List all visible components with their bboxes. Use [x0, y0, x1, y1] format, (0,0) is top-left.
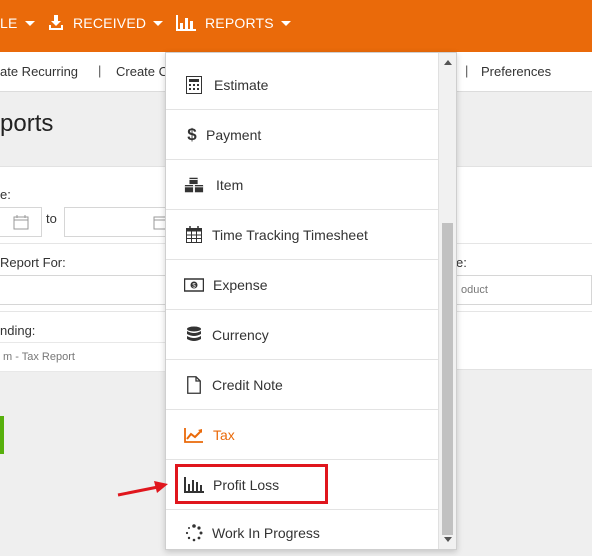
report-type-value: oduct	[461, 284, 488, 296]
menu-item-work-in-progress[interactable]: Work In Progress	[166, 508, 440, 549]
database-icon	[184, 325, 204, 345]
calendar-icon	[13, 215, 29, 230]
calendar-icon	[184, 225, 204, 245]
bar-chart-icon	[176, 15, 196, 31]
dropdown-scrollbar[interactable]	[438, 53, 456, 549]
annotation-arrow-icon	[117, 481, 168, 497]
date-range-label: e:	[0, 187, 11, 202]
menu-item-label: Tax	[213, 426, 235, 443]
report-type-field[interactable]: oduct	[456, 275, 592, 305]
menu-item-expense[interactable]: $ Expense	[166, 260, 440, 310]
money-icon: $	[184, 275, 204, 295]
report-heading-value: m - Tax Report	[3, 351, 75, 363]
menu-item-estimate[interactable]: Estimate	[166, 60, 440, 110]
report-heading-field[interactable]: m - Tax Report	[0, 342, 168, 372]
chevron-down-icon	[153, 20, 164, 26]
menu-item-label: Expense	[213, 276, 268, 293]
calculator-icon	[184, 75, 204, 95]
menu-item-label: Currency	[212, 326, 269, 343]
start-date-field[interactable]	[0, 207, 42, 237]
download-icon	[49, 15, 63, 30]
report-for-label: Report For:	[0, 255, 66, 270]
nav-item-reports[interactable]: REPORTS	[176, 0, 291, 46]
subnav-item-preferences[interactable]: Preferences	[481, 64, 551, 79]
nav-item-received[interactable]: RECEIVED	[48, 0, 164, 46]
menu-item-label: Work In Progress	[212, 525, 320, 541]
subnav-item-create[interactable]: Create C	[116, 64, 168, 79]
document-icon	[184, 375, 204, 395]
scroll-down-arrow-icon[interactable]	[444, 537, 452, 542]
menu-item-label: Credit Note	[212, 376, 283, 393]
date-to-label: to	[46, 211, 57, 226]
menu-item-time-tracking-timesheet[interactable]: Time Tracking Timesheet	[166, 210, 440, 260]
subnav-separator: |	[98, 63, 102, 78]
line-chart-icon	[184, 425, 204, 445]
generate-report-button[interactable]	[0, 416, 4, 454]
menu-item-payment[interactable]: $ Payment	[166, 110, 440, 160]
report-for-field[interactable]	[0, 275, 168, 305]
nav-item-file-label: LE	[0, 15, 18, 31]
nav-item-file[interactable]: LE	[0, 0, 35, 46]
profit-loss-highlight	[175, 464, 328, 504]
menu-item-label: Item	[216, 176, 244, 193]
end-date-field[interactable]	[64, 207, 174, 237]
subnav-item-create-recurring[interactable]: ate Recurring	[0, 64, 78, 79]
report-heading-label: nding:	[0, 323, 36, 338]
page-title: ports	[0, 110, 54, 137]
menu-item-item[interactable]: Item	[166, 160, 440, 210]
spinner-icon	[184, 523, 204, 543]
chevron-down-icon	[280, 20, 291, 26]
nav-item-reports-label: REPORTS	[205, 15, 274, 31]
menu-item-label: Payment	[206, 126, 262, 143]
subnav-separator: |	[465, 63, 469, 78]
top-nav-bar: LE RECEIVED REPORTS	[0, 0, 592, 52]
menu-item-label: Time Tracking Timesheet	[212, 226, 368, 243]
dollar-icon: $	[187, 124, 197, 144]
menu-item-tax[interactable]: Tax	[166, 410, 440, 460]
report-type-label: e:	[456, 255, 467, 270]
cubes-icon	[184, 175, 204, 195]
scrollbar-thumb[interactable]	[442, 223, 453, 535]
menu-item-credit-note[interactable]: Credit Note	[166, 360, 440, 410]
scroll-up-arrow-icon[interactable]	[444, 60, 452, 65]
nav-item-received-label: RECEIVED	[73, 15, 147, 31]
menu-item-label: Estimate	[214, 76, 269, 93]
chevron-down-icon	[24, 20, 35, 26]
menu-item-currency[interactable]: Currency	[166, 310, 440, 360]
